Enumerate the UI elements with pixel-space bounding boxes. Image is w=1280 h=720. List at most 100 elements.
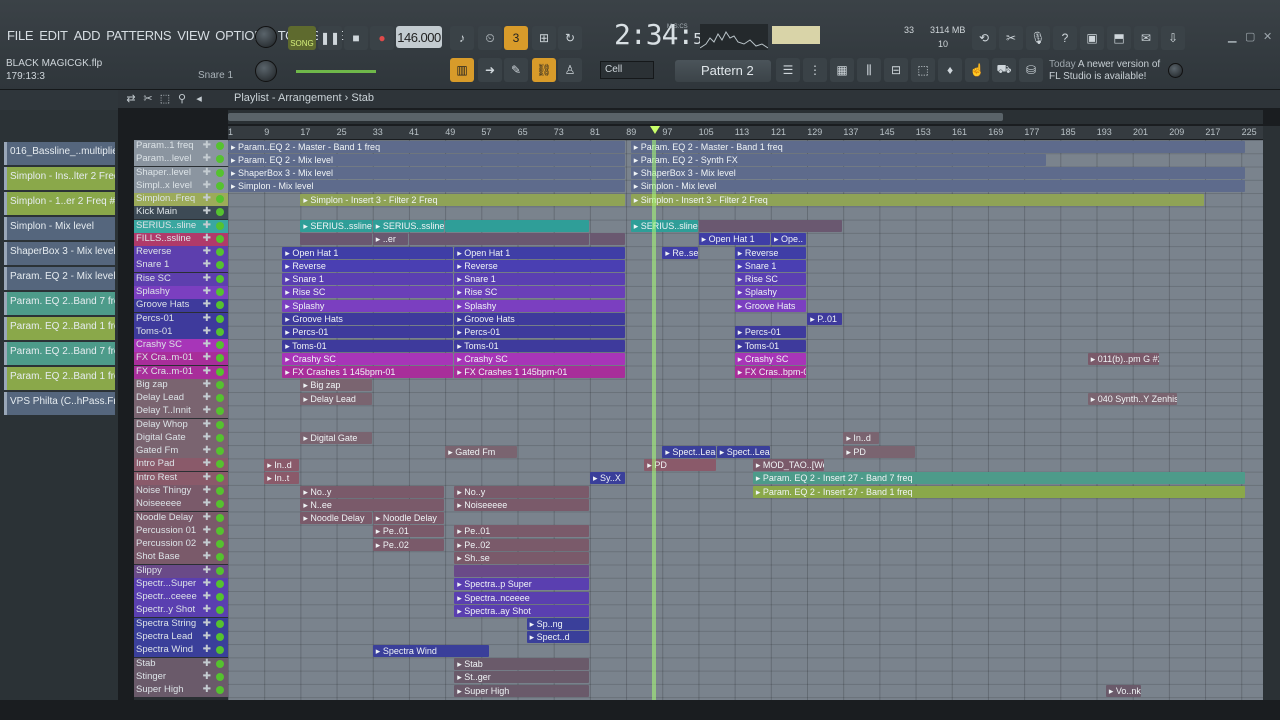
playlist-clip[interactable]: ▸ In..d bbox=[264, 458, 300, 471]
countdown-icon[interactable]: 3 bbox=[504, 26, 528, 50]
playlist-clip[interactable]: ▸ 040 Synth..Y Zenhiser bbox=[1087, 392, 1178, 405]
playlist-clip[interactable]: ▸ ShaperBox 3 - Mix level bbox=[630, 167, 1246, 180]
track-header[interactable]: Gated Fm ✚ bbox=[134, 445, 228, 459]
menu-view[interactable]: VIEW bbox=[174, 28, 212, 43]
snap-select[interactable]: Cell bbox=[600, 61, 654, 79]
playlist-clip[interactable]: ▸ Toms-01 bbox=[282, 339, 454, 352]
track-header[interactable]: Spectra Lead ✚ bbox=[134, 630, 228, 644]
track-move-icon[interactable]: ✚ bbox=[203, 472, 211, 483]
track-header[interactable]: Rise SC ✚ bbox=[134, 272, 228, 286]
playlist-clip[interactable]: ▸ Crashy SC bbox=[734, 352, 807, 365]
menu-patterns[interactable]: PATTERNS bbox=[103, 28, 174, 43]
playhead-marker-icon[interactable] bbox=[650, 126, 660, 134]
playlist-clip[interactable]: ▸ Simplon - Insert 3 - Filter 2 Freq bbox=[300, 193, 626, 206]
piano-roll-icon[interactable]: ▦ bbox=[830, 58, 854, 82]
playlist-clip[interactable]: ▸ Percs-01 bbox=[282, 326, 454, 339]
track-move-icon[interactable]: ✚ bbox=[203, 684, 211, 695]
playlist-clip[interactable]: ▸ Open Hat 1 bbox=[454, 246, 626, 259]
playlist-clip[interactable]: ▸ FX Crashes 1 145bpm-01 bbox=[454, 366, 626, 379]
brush-icon[interactable]: ✎ bbox=[504, 58, 528, 82]
track-mute-led[interactable] bbox=[216, 513, 224, 522]
time-scrollbar[interactable] bbox=[228, 110, 1263, 124]
channel-item[interactable]: Simplon - Mix level bbox=[4, 217, 115, 240]
track-move-icon[interactable]: ✚ bbox=[203, 631, 211, 642]
playlist-clip[interactable]: ▸ Groove Hats bbox=[282, 313, 454, 325]
track-move-icon[interactable]: ✚ bbox=[203, 259, 211, 270]
scroll-thumb[interactable] bbox=[228, 113, 1003, 121]
arrow-icon[interactable]: ➜ bbox=[478, 58, 502, 82]
track-header[interactable]: Spectra Wind ✚ bbox=[134, 644, 228, 658]
playlist-clip[interactable]: ▸ Spect..Lead bbox=[662, 445, 716, 458]
track-header[interactable]: Digital Gate ✚ bbox=[134, 431, 228, 445]
track-move-icon[interactable]: ✚ bbox=[203, 565, 211, 576]
tools-icon[interactable]: ✂ bbox=[999, 26, 1023, 50]
track-header[interactable]: Kick Main ✚ bbox=[134, 206, 228, 220]
playlist-clip[interactable]: ▸ Crashy SC bbox=[282, 352, 454, 365]
track-mute-led[interactable] bbox=[216, 606, 224, 615]
playlist-clip[interactable]: ▸ St..ger bbox=[454, 671, 589, 684]
piano-icon[interactable]: ▥ bbox=[450, 58, 474, 82]
minimize-icon[interactable]: ▁ bbox=[1228, 30, 1240, 43]
track-header[interactable]: Spectra String ✚ bbox=[134, 617, 228, 631]
track-header[interactable]: Intro Pad ✚ bbox=[134, 458, 228, 472]
track-mute-led[interactable] bbox=[216, 672, 224, 681]
playlist-clip[interactable]: ▸ No..y bbox=[454, 485, 589, 498]
playlist-clip[interactable]: ▸ Param..EQ 2 - Master - Band 1 freq bbox=[228, 140, 626, 153]
track-header[interactable]: FX Cra..m-01 ✚ bbox=[134, 352, 228, 366]
maximize-icon[interactable]: ▢ bbox=[1245, 30, 1257, 43]
playlist-clip[interactable]: ▸ Snare 1 bbox=[454, 273, 626, 286]
playlist-clip[interactable]: ▸ Noodle Delay bbox=[372, 512, 445, 525]
menu-add[interactable]: ADD bbox=[71, 28, 104, 43]
track-mute-led[interactable] bbox=[216, 314, 224, 323]
playlist-clip[interactable]: ▸ Noodle Delay bbox=[300, 512, 372, 525]
track-header[interactable]: Percussion 01 ✚ bbox=[134, 524, 228, 538]
channel-item[interactable]: Simplon - Ins..lter 2 Freq bbox=[4, 167, 115, 190]
track-header[interactable]: Stinger ✚ bbox=[134, 670, 228, 684]
playback-icon[interactable]: ◂ bbox=[192, 92, 206, 106]
playlist-clip[interactable]: ▸ Stab bbox=[454, 658, 589, 671]
slice-icon[interactable]: ✂ bbox=[141, 92, 155, 106]
playlist-clip[interactable]: ▸ Super High bbox=[454, 684, 589, 697]
update-icon[interactable] bbox=[1168, 63, 1183, 78]
playlist-clip[interactable]: ▸ No..y bbox=[300, 485, 445, 498]
play-button[interactable]: ❚❚ bbox=[318, 26, 342, 50]
track-header[interactable]: Spectr..y Shot ✚ bbox=[134, 604, 228, 618]
track-mute-led[interactable] bbox=[216, 593, 224, 602]
track-mute-led[interactable] bbox=[216, 659, 224, 668]
master-volume-knob[interactable] bbox=[255, 26, 277, 48]
track-mute-led[interactable] bbox=[216, 234, 224, 243]
time-ruler[interactable]: 1 9 17 25 33 41 49 57 65 73 81 89 97 105 113 121 129 137 1… bbox=[228, 126, 1263, 140]
track-move-icon[interactable]: ✚ bbox=[203, 419, 211, 430]
track-mute-led[interactable] bbox=[216, 473, 224, 482]
playlist-clip[interactable]: ▸ Pe..02 bbox=[454, 538, 589, 551]
track-mute-led[interactable] bbox=[216, 632, 224, 641]
playlist-clip[interactable]: ▸ Groove Hats bbox=[454, 313, 626, 325]
track-mute-led[interactable] bbox=[216, 646, 224, 655]
track-mute-led[interactable] bbox=[216, 208, 224, 217]
track-mute-led[interactable] bbox=[216, 195, 224, 204]
track-move-icon[interactable]: ✚ bbox=[203, 339, 211, 350]
track-mute-led[interactable] bbox=[216, 553, 224, 562]
playlist-clip[interactable]: ▸ Spectra..nceeee bbox=[454, 591, 589, 604]
track-mute-led[interactable] bbox=[216, 181, 224, 190]
download-icon[interactable]: ⇩ bbox=[1161, 26, 1185, 50]
track-header[interactable]: Delay Lead ✚ bbox=[134, 392, 228, 406]
undo-icon[interactable]: ⟲ bbox=[972, 26, 996, 50]
track-mute-led[interactable] bbox=[216, 407, 224, 416]
channel-item[interactable]: Param. EQ 2..Band 1 freq bbox=[4, 367, 115, 390]
track-move-icon[interactable]: ✚ bbox=[203, 366, 211, 377]
playlist-clip[interactable]: ▸ Simplon - Mix level bbox=[630, 180, 1246, 193]
shop-icon[interactable]: ⛟ bbox=[992, 58, 1016, 82]
select-icon[interactable]: ⬚ bbox=[158, 92, 172, 106]
playlist-clip[interactable]: ▸ Pe..01 bbox=[372, 525, 445, 538]
track-mute-led[interactable] bbox=[216, 380, 224, 389]
playlist-clip[interactable] bbox=[409, 233, 589, 246]
track-move-icon[interactable]: ✚ bbox=[203, 273, 211, 284]
playlist-clip[interactable]: ▸ Splashy bbox=[734, 286, 807, 299]
mixer-icon[interactable]: ⫼ bbox=[857, 58, 881, 82]
track-header[interactable]: Toms-01 ✚ bbox=[134, 325, 228, 339]
playlist-clip[interactable]: ▸ PD bbox=[843, 445, 915, 458]
help-icon[interactable]: ? bbox=[1053, 26, 1077, 50]
playlist-clip[interactable]: ▸ Splashy bbox=[282, 299, 454, 312]
channel-item[interactable]: Param. EQ 2..Band 7 freq bbox=[4, 292, 115, 315]
